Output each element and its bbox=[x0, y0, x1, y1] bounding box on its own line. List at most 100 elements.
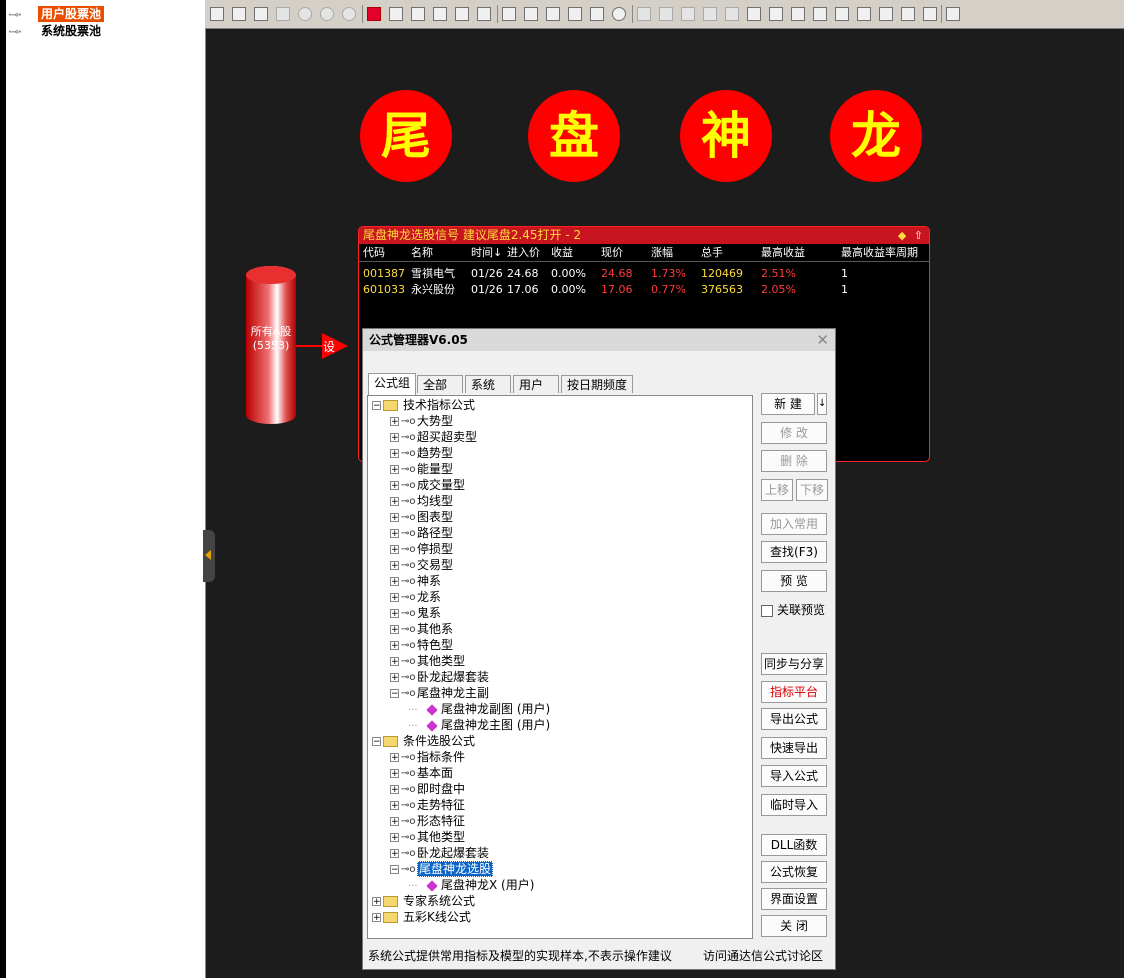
sync-share-button[interactable]: 同步与分享 bbox=[761, 653, 827, 675]
stop-icon[interactable] bbox=[342, 7, 356, 21]
tree-group[interactable]: + ⊸o 龙系 bbox=[390, 589, 441, 605]
tree-formula[interactable]: ··· 尾盘神龙X (用户) bbox=[408, 877, 534, 893]
align-top-icon[interactable] bbox=[791, 7, 805, 21]
add-common-button[interactable]: 加入常用 bbox=[761, 513, 827, 535]
tree-folder[interactable]: − 技术指标公式 bbox=[372, 397, 475, 413]
chart-icon[interactable] bbox=[946, 7, 960, 21]
new-dropdown-button[interactable]: ↓ bbox=[817, 393, 827, 415]
tree-group[interactable]: − ⊸o 尾盘神龙选股 bbox=[390, 861, 494, 877]
column-header[interactable]: 现价 bbox=[601, 245, 623, 261]
delete-button[interactable]: 删 除 bbox=[761, 450, 827, 472]
forum-link[interactable]: 访问通达信公式讨论区 bbox=[703, 947, 823, 964]
restore-button[interactable]: 公式恢复 bbox=[761, 861, 827, 883]
tree-group[interactable]: + ⊸o 其他类型 bbox=[390, 653, 465, 669]
expand-icon[interactable]: + bbox=[390, 481, 399, 491]
expand-icon[interactable]: + bbox=[372, 897, 381, 907]
line-icon[interactable] bbox=[524, 7, 538, 21]
tree-group[interactable]: + ⊸o 走势特征 bbox=[390, 797, 465, 813]
collapse-icon[interactable]: − bbox=[372, 737, 381, 747]
fill-icon[interactable] bbox=[703, 7, 717, 21]
pause-icon[interactable] bbox=[320, 7, 334, 21]
new-icon[interactable] bbox=[210, 7, 224, 21]
expand-icon[interactable]: + bbox=[390, 817, 399, 827]
edit-button[interactable]: 修 改 bbox=[761, 422, 827, 444]
grid-icon[interactable] bbox=[477, 7, 491, 21]
tree-folder[interactable]: + 专家系统公式 bbox=[372, 893, 475, 909]
move-down-button[interactable]: 下移 bbox=[796, 479, 828, 501]
tree-group[interactable]: + ⊸o 卧龙起爆套装 bbox=[390, 669, 489, 685]
tree-group[interactable]: + ⊸o 卧龙起爆套装 bbox=[390, 845, 489, 861]
color-icon[interactable] bbox=[725, 7, 739, 21]
linked-preview-checkbox[interactable]: 关联预览 bbox=[761, 601, 825, 618]
collapse-icon[interactable]: ⇧ bbox=[910, 229, 923, 242]
expand-icon[interactable]: + bbox=[390, 545, 399, 555]
tree-group[interactable]: + ⊸o 特色型 bbox=[390, 637, 453, 653]
tab-system[interactable]: 系统 bbox=[465, 375, 511, 393]
tab-all[interactable]: 全部 bbox=[417, 375, 463, 393]
column-header[interactable]: 最高收益 bbox=[761, 245, 805, 261]
tree-group[interactable]: + ⊸o 停损型 bbox=[390, 541, 453, 557]
collapse-icon[interactable]: − bbox=[372, 401, 381, 411]
delete-icon[interactable] bbox=[276, 7, 290, 21]
tab-user[interactable]: 用户 bbox=[513, 375, 559, 393]
column-header[interactable]: 收益 bbox=[551, 245, 573, 261]
column-header[interactable]: 涨幅 bbox=[651, 245, 673, 261]
expand-icon[interactable]: + bbox=[390, 561, 399, 571]
temp-import-button[interactable]: 临时导入 bbox=[761, 794, 827, 816]
expand-icon[interactable]: + bbox=[390, 641, 399, 651]
indicator-platform-button[interactable]: 指标平台 bbox=[761, 681, 827, 703]
formula-tree[interactable]: − 技术指标公式 + ⊸o 大势型 + ⊸o 超买超卖型 + ⊸o 趋势型 + ⊸o 能量型 + ⊸o 成交量型… bbox=[367, 395, 753, 939]
tree-group[interactable]: + ⊸o 趋势型 bbox=[390, 445, 453, 461]
tree-group[interactable]: + ⊸o 路径型 bbox=[390, 525, 453, 541]
table-row[interactable]: 001387 雪祺电气 01/26 24.68 0.00% 24.68 1.73% 12046… bbox=[359, 266, 929, 281]
close-icon[interactable]: ✕ bbox=[810, 331, 829, 349]
import-button[interactable]: 导入公式 bbox=[761, 765, 827, 787]
column-header[interactable]: 最高收益率周期 bbox=[841, 245, 918, 261]
expand-icon[interactable]: + bbox=[390, 577, 399, 587]
distribute-h-icon[interactable] bbox=[857, 7, 871, 21]
collapse-icon[interactable]: − bbox=[390, 689, 399, 699]
collapse-icon[interactable]: − bbox=[390, 865, 399, 875]
tree-group[interactable]: + ⊸o 即时盘中 bbox=[390, 781, 465, 797]
expand-icon[interactable]: + bbox=[390, 449, 399, 459]
tree-group[interactable]: + ⊸o 指标条件 bbox=[390, 749, 465, 765]
tree-formula[interactable]: ··· 尾盘神龙主图 (用户) bbox=[408, 717, 550, 733]
expand-icon[interactable]: + bbox=[390, 753, 399, 763]
play-icon[interactable] bbox=[298, 7, 312, 21]
tree-folder[interactable]: − 条件选股公式 bbox=[372, 733, 475, 749]
align-bottom-icon[interactable] bbox=[813, 7, 827, 21]
arrow-icon[interactable] bbox=[455, 7, 469, 21]
tab-formula-group[interactable]: 公式组 bbox=[368, 373, 417, 395]
expand-icon[interactable]: + bbox=[390, 433, 399, 443]
clip-icon[interactable] bbox=[681, 7, 695, 21]
expand-icon[interactable]: + bbox=[390, 801, 399, 811]
export-button[interactable]: 导出公式 bbox=[761, 708, 827, 730]
tree-group[interactable]: + ⊸o 基本面 bbox=[390, 765, 453, 781]
expand-icon[interactable]: + bbox=[390, 609, 399, 619]
center-icon[interactable] bbox=[835, 7, 849, 21]
tab-date-frequency[interactable]: 按日期频度 bbox=[561, 375, 633, 393]
align-left-icon[interactable] bbox=[747, 7, 761, 21]
shape-icon[interactable] bbox=[389, 7, 403, 21]
rounded-rect-icon[interactable] bbox=[568, 7, 582, 21]
tree-folder[interactable]: + 五彩K线公式 bbox=[372, 909, 471, 925]
expand-icon[interactable]: + bbox=[390, 417, 399, 427]
distribute-v-icon[interactable] bbox=[879, 7, 893, 21]
list-icon[interactable] bbox=[411, 7, 425, 21]
tree-group[interactable]: + ⊸o 成交量型 bbox=[390, 477, 465, 493]
tree-group[interactable]: + ⊸o 其他类型 bbox=[390, 829, 465, 845]
open-icon[interactable] bbox=[232, 7, 246, 21]
tree-group[interactable]: + ⊸o 大势型 bbox=[390, 413, 453, 429]
tree-group[interactable]: + ⊸o 图表型 bbox=[390, 509, 453, 525]
expand-icon[interactable]: + bbox=[390, 593, 399, 603]
tree-group[interactable]: + ⊸o 鬼系 bbox=[390, 605, 441, 621]
column-header[interactable]: 进入价 bbox=[507, 245, 540, 261]
expand-icon[interactable]: + bbox=[390, 529, 399, 539]
column-header[interactable]: 时间↓ bbox=[471, 245, 502, 261]
expand-icon[interactable]: + bbox=[390, 673, 399, 683]
align-right-icon[interactable] bbox=[769, 7, 783, 21]
preview-button[interactable]: 预 览 bbox=[761, 570, 827, 592]
table-row[interactable]: 601033 永兴股份 01/26 17.06 0.00% 17.06 0.77% 37656… bbox=[359, 282, 929, 297]
column-header[interactable]: 代码 bbox=[363, 245, 385, 261]
tree-group[interactable]: − ⊸o 尾盘神龙主副 bbox=[390, 685, 489, 701]
